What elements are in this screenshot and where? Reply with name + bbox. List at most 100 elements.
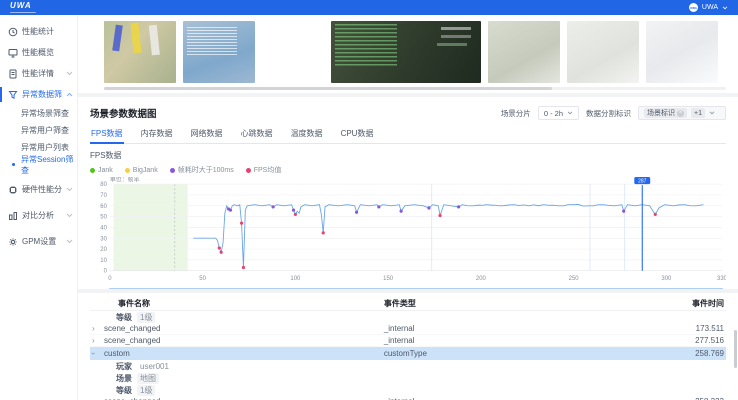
sidebar-item-label: GPM设置 (22, 236, 62, 247)
svg-text:70: 70 (100, 193, 107, 199)
sidebar-item-label: 硬件性能分析 (22, 184, 62, 195)
scene-slice-label: 场景分片 (501, 108, 531, 119)
event-table-card: 事件名称 事件类型 事件时间 等级 1级 › scene_changed _in… (78, 293, 738, 400)
table-row-selected[interactable]: › custom customType 258.769 (90, 347, 726, 360)
header-event-name: 事件名称 (104, 298, 384, 309)
svg-text:60: 60 (100, 204, 107, 210)
section-title: 场景参数数据图 (90, 106, 157, 120)
svg-text:150: 150 (383, 276, 394, 282)
scene-slice-select[interactable]: 0 - 2h (538, 106, 579, 120)
legend-item-fps-mean[interactable]: FPS均值 (246, 165, 282, 175)
header-event-type: 事件类型 (384, 298, 646, 309)
split-more-tag: +1 (691, 108, 705, 118)
event-detail-row: 等级 1级 (90, 311, 726, 323)
expand-caret-icon[interactable]: › (90, 336, 104, 345)
table-row[interactable]: › scene_changed _internal 277.516 (90, 335, 726, 347)
expand-caret-icon[interactable]: › (90, 324, 104, 333)
screenshot-thumbnail-terrain-scene[interactable] (488, 21, 560, 83)
svg-text:250: 250 (569, 276, 580, 282)
document-icon (8, 69, 18, 79)
svg-text:287: 287 (638, 178, 646, 184)
sidebar-subitem-label: 异常场景筛查 (21, 108, 69, 119)
funnel-icon (8, 90, 18, 100)
sidebar-subitem-label: 异常Session筛查 (21, 154, 77, 176)
uwa-logo[interactable]: UWA (10, 2, 36, 13)
legend-item-bigjank[interactable]: BigJank (125, 167, 158, 174)
table-row[interactable]: › scene_changed _internal 173.511 (90, 323, 726, 335)
sidebar-item-performance-overview[interactable]: 性能概览 (0, 42, 77, 63)
legend-item-jank[interactable]: Jank (90, 167, 113, 174)
svg-text:50: 50 (100, 215, 107, 221)
svg-text:单位：帧率: 单位：帧率 (110, 177, 140, 184)
chip-icon (8, 185, 18, 195)
chevron-down-icon (722, 6, 728, 10)
svg-text:0: 0 (108, 276, 112, 282)
chart-legend: Jank BigJank 帧耗时大于100ms FPS均值 (90, 165, 726, 175)
avatar: UWA (689, 3, 698, 12)
sidebar-item-abnormal-data-screening[interactable]: 异常数据筛查 (0, 84, 77, 105)
vertical-scrollbar[interactable] (734, 330, 737, 368)
screenshot-thumbnail-snow-scene[interactable] (646, 21, 718, 83)
tab-heartbeat-data[interactable]: 心跳数据 (240, 126, 274, 143)
tab-temperature-data[interactable]: 温度数据 (290, 126, 324, 143)
close-icon[interactable]: × (677, 110, 684, 117)
chevron-down-icon (66, 71, 73, 76)
svg-text:330: 330 (717, 276, 726, 282)
event-detail-row: 玩家 user001 (90, 360, 726, 372)
sidebar-item-performance-detail[interactable]: 性能详情 (0, 63, 77, 84)
svg-text:20: 20 (100, 247, 107, 253)
tab-memory-data[interactable]: 内存数据 (140, 126, 174, 143)
horizontal-scrollbar[interactable] (104, 87, 726, 90)
sidebar-subitem-abnormal-session[interactable]: 异常Session筛查 (0, 156, 77, 173)
data-type-tabs: FPS数据 内存数据 网络数据 心跳数据 温度数据 CPU数据 (90, 126, 726, 144)
sidebar-item-performance-stats[interactable]: 性能统计 (0, 21, 77, 42)
screenshot-thumbnail-map-scene[interactable] (183, 21, 255, 83)
sidebar-item-label: 性能统计 (22, 26, 73, 37)
event-detail-row: 场景 地图 (90, 372, 726, 384)
event-detail-row: 等级 1级 (90, 384, 726, 396)
sidebar-item-label: 性能概览 (22, 47, 73, 58)
legend-dot (90, 168, 95, 173)
sidebar-subitem-label: 异常用户筛查 (21, 125, 69, 136)
svg-text:200: 200 (476, 276, 487, 282)
svg-text:0: 0 (104, 269, 108, 275)
gear-icon (8, 237, 18, 247)
sidebar-item-label: 性能详情 (22, 68, 62, 79)
legend-dot (246, 168, 251, 173)
screenshot-strip (78, 15, 738, 93)
chevron-down-icon (66, 213, 73, 218)
screenshot-thumbnail-aerial-scene[interactable] (104, 21, 176, 83)
chevron-down-icon (567, 111, 573, 115)
sidebar-subitem-abnormal-user[interactable]: 异常用户筛查 (0, 122, 77, 139)
tab-network-data[interactable]: 网络数据 (190, 126, 224, 143)
table-row[interactable]: › scene_changed _internal 258.333 (90, 396, 726, 400)
sidebar-item-hardware-analysis[interactable]: 硬件性能分析 (0, 179, 77, 200)
tab-cpu-data[interactable]: CPU数据 (340, 126, 375, 143)
data-split-select[interactable]: 场景标识 × +1 (638, 106, 726, 120)
split-tag[interactable]: 场景标识 × (644, 108, 687, 118)
clock-icon (8, 27, 18, 37)
screenshot-thumbnail-light-scene[interactable] (567, 21, 639, 83)
user-menu[interactable]: UWA UWA (689, 3, 728, 12)
svg-text:300: 300 (661, 276, 672, 282)
logo-text: UWA (10, 2, 36, 10)
legend-dot (170, 168, 175, 173)
svg-text:50: 50 (199, 276, 206, 282)
collapse-caret-icon[interactable]: › (90, 349, 104, 358)
scene-slice-value: 0 - 2h (544, 109, 563, 118)
compare-bars-icon (8, 211, 18, 221)
top-navbar: UWA UWA UWA (0, 0, 738, 15)
sidebar-item-label: 对比分析 (22, 210, 62, 221)
fps-line-chart[interactable]: 0102030405060708005010015020025030033028… (90, 177, 726, 287)
svg-text:40: 40 (100, 225, 107, 231)
legend-item-frametime-100ms[interactable]: 帧耗时大于100ms (170, 165, 234, 175)
sidebar-subitem-label: 异常用户列表 (21, 142, 69, 153)
chevron-up-icon (66, 92, 73, 97)
screenshot-thumbnail-debug-scene[interactable] (331, 21, 481, 83)
tab-fps-data[interactable]: FPS数据 (90, 126, 124, 143)
sidebar-item-gpm-settings[interactable]: GPM设置 (0, 231, 77, 252)
svg-text:100: 100 (290, 276, 301, 282)
user-name: UWA (702, 4, 718, 11)
sidebar-subitem-abnormal-scene[interactable]: 异常场景筛查 (0, 105, 77, 122)
sidebar-item-compare-analysis[interactable]: 对比分析 (0, 205, 77, 226)
